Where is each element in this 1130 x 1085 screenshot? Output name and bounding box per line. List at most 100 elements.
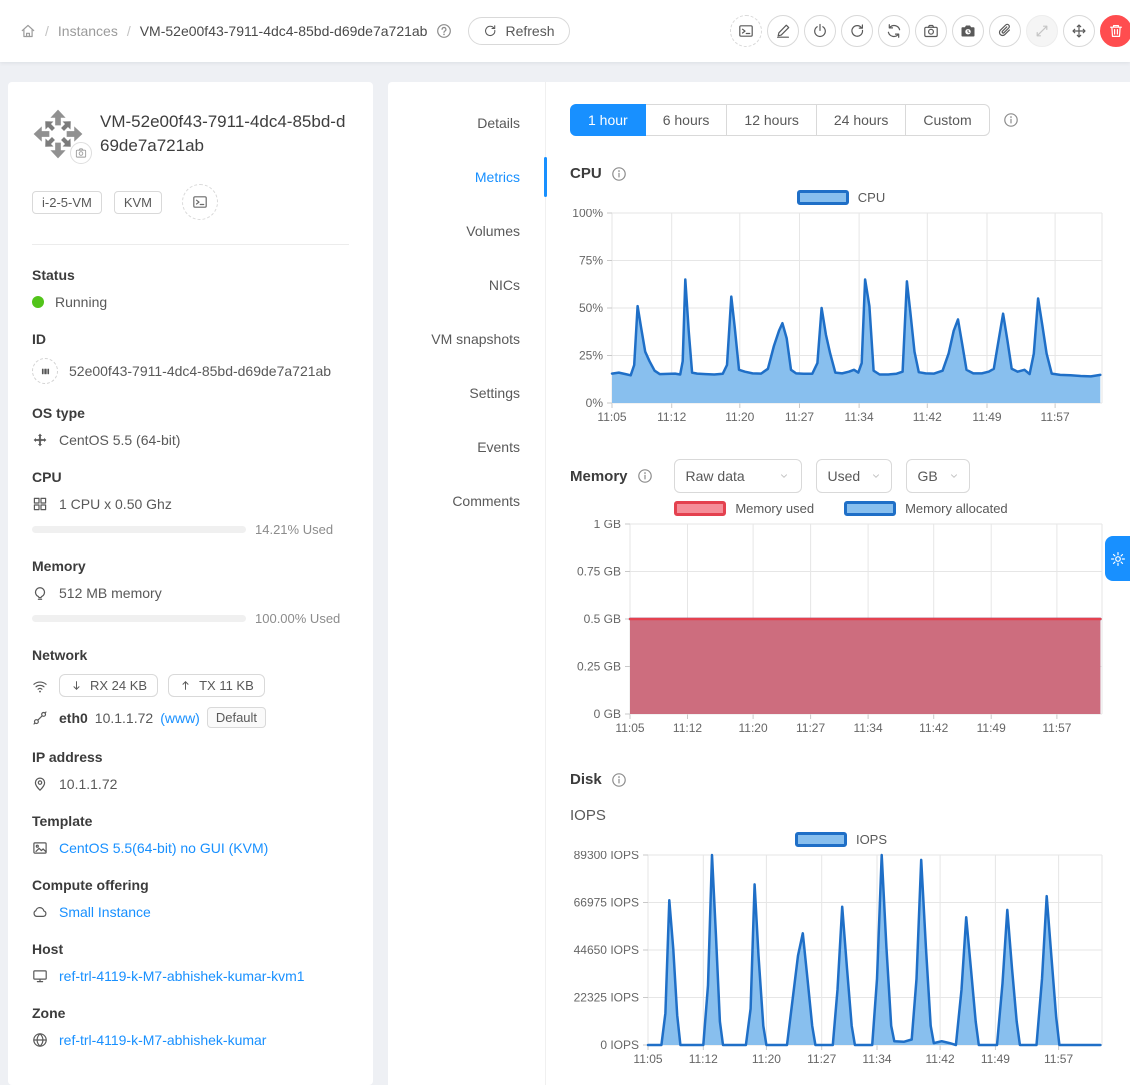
stop-instance-button[interactable] (804, 15, 836, 47)
legend-swatch (844, 501, 896, 516)
paperclip-icon (997, 23, 1013, 39)
reboot-instance-button[interactable] (841, 15, 873, 47)
tab-settings[interactable]: Settings (388, 366, 546, 420)
svg-text:50%: 50% (579, 301, 603, 315)
status-dot (32, 296, 44, 308)
legend-swatch (795, 832, 847, 847)
default-tag: Default (207, 707, 266, 728)
divider (32, 244, 349, 245)
reload-icon (483, 24, 497, 38)
svg-text:11:57: 11:57 (1041, 410, 1070, 424)
destroy-instance-button[interactable] (1100, 15, 1130, 47)
sync-icon (886, 23, 902, 39)
console-button[interactable] (182, 184, 218, 220)
field-label: Status (32, 267, 349, 283)
field-label: Template (32, 813, 349, 829)
field-label: ID (32, 331, 349, 347)
field-id: ID52e00f43-7911-4dc4-85bd-d69de7a721ab (32, 331, 349, 384)
rx-badge: RX 24 KB (59, 674, 158, 697)
svg-text:0 GB: 0 GB (594, 707, 621, 721)
field-value: 10.1.1.72 (59, 776, 117, 792)
home-icon[interactable] (20, 23, 36, 39)
info-icon[interactable] (637, 468, 653, 484)
info-icon[interactable] (1003, 112, 1019, 128)
timerange-1-hour[interactable]: 1 hour (570, 104, 646, 136)
tab-volumes[interactable]: Volumes (388, 204, 546, 258)
field-network: NetworkRX 24 KBTX 11 KBeth010.1.1.72(www… (32, 647, 349, 728)
reinstall-instance-button[interactable] (878, 15, 910, 47)
field-label: Memory (32, 558, 349, 574)
centos-icon (32, 432, 48, 448)
timerange-row: 1 hour6 hours12 hours24 hoursCustom (570, 104, 1112, 136)
info-icon[interactable] (611, 772, 627, 788)
legend-item: Memory allocated (844, 501, 1008, 516)
iops-title-row: Disk (570, 771, 1112, 788)
usage-progress: 14.21% Used (32, 522, 349, 537)
help-icon[interactable] (436, 23, 452, 39)
cpu-legend: CPU (570, 190, 1112, 205)
network-link[interactable]: (www) (160, 710, 200, 726)
top-bar: / Instances / VM-52e00f43-7911-4dc4-85bd… (0, 0, 1130, 62)
tab-metrics[interactable]: Metrics (388, 150, 546, 204)
field-value: CentOS 5.5 (64-bit) (59, 432, 180, 448)
timerange-24-hours[interactable]: 24 hours (817, 104, 906, 136)
instance-info-card: VM-52e00f43-7911-4dc4-85bd-d69de7a721ab … (8, 82, 373, 1085)
tab-events[interactable]: Events (388, 420, 546, 474)
timerange-12-hours[interactable]: 12 hours (727, 104, 816, 136)
tab-nics[interactable]: NICs (388, 258, 546, 312)
svg-text:11:05: 11:05 (633, 1052, 662, 1066)
timerange-custom[interactable]: Custom (906, 104, 989, 136)
select-gb[interactable]: GB (906, 459, 970, 493)
field-link[interactable]: ref-trl-4119-k-M7-abhishek-kumar (59, 1032, 266, 1048)
field-host: Hostref-trl-4119-k-M7-abhishek-kumar-kvm… (32, 941, 349, 984)
select-used[interactable]: Used (816, 459, 892, 493)
pin-icon (32, 776, 48, 792)
field-link[interactable]: Small Instance (59, 904, 151, 920)
edit-button[interactable] (767, 15, 799, 47)
trash-icon (1108, 23, 1124, 39)
recurring-snapshot-button[interactable] (952, 15, 984, 47)
tab-vm-snapshots[interactable]: VM snapshots (388, 312, 546, 366)
svg-text:11:49: 11:49 (977, 721, 1006, 735)
field-memory: Memory512 MB memory100.00% Used (32, 558, 349, 626)
info-icon[interactable] (611, 166, 627, 182)
field-link[interactable]: ref-trl-4119-k-M7-abhishek-kumar-kvm1 (59, 968, 305, 984)
chart-section-title: Disk (570, 771, 602, 788)
timerange-6-hours[interactable]: 6 hours (646, 104, 728, 136)
svg-text:22325 IOPS: 22325 IOPS (574, 991, 639, 1005)
settings-gear-button[interactable] (1105, 536, 1130, 581)
instance-tag: i-2-5-VM (32, 191, 102, 214)
svg-text:11:12: 11:12 (657, 410, 686, 424)
take-snapshot-button[interactable] (915, 15, 947, 47)
legend-item: IOPS (795, 832, 887, 847)
instance-name: VM-52e00f43-7911-4dc4-85bd-d69de7a721ab (100, 108, 349, 160)
globe-icon (32, 1032, 48, 1048)
svg-text:89300 IOPS: 89300 IOPS (574, 851, 639, 862)
migrate-instance-button[interactable] (1063, 15, 1095, 47)
field-link[interactable]: CentOS 5.5(64-bit) no GUI (KVM) (59, 840, 268, 856)
arrow-up-icon (179, 679, 192, 692)
breadcrumb-instances-link[interactable]: Instances (58, 23, 118, 39)
scale-vm-button (1026, 15, 1058, 47)
field-ip-address: IP address10.1.1.72 (32, 749, 349, 792)
instance-tags: i-2-5-VMKVM (32, 184, 349, 220)
refresh-button[interactable]: Refresh (468, 17, 569, 45)
cpu-title-row: CPU (570, 165, 1112, 182)
attach-iso-button[interactable] (989, 15, 1021, 47)
field-cpu: CPU1 CPU x 0.50 Ghz14.21% Used (32, 469, 349, 537)
details-panel: DetailsMetricsVolumesNICsVM snapshotsSet… (388, 82, 1130, 1085)
select-raw-data[interactable]: Raw data (674, 459, 802, 493)
appstore-icon (32, 496, 48, 512)
legend-swatch (797, 190, 849, 205)
legend-item: CPU (797, 190, 885, 205)
tab-details[interactable]: Details (388, 96, 546, 150)
cpu-chart-block: CPUCPU11:0511:1211:2011:2711:3411:4211:4… (570, 165, 1112, 429)
svg-text:11:20: 11:20 (725, 410, 754, 424)
svg-text:11:57: 11:57 (1044, 1052, 1073, 1066)
console-button[interactable] (730, 15, 762, 47)
svg-text:11:49: 11:49 (981, 1052, 1010, 1066)
copy-id-button[interactable] (32, 358, 58, 384)
tab-comments[interactable]: Comments (388, 474, 546, 528)
desktop-icon (32, 968, 48, 984)
bulb-icon (32, 585, 48, 601)
